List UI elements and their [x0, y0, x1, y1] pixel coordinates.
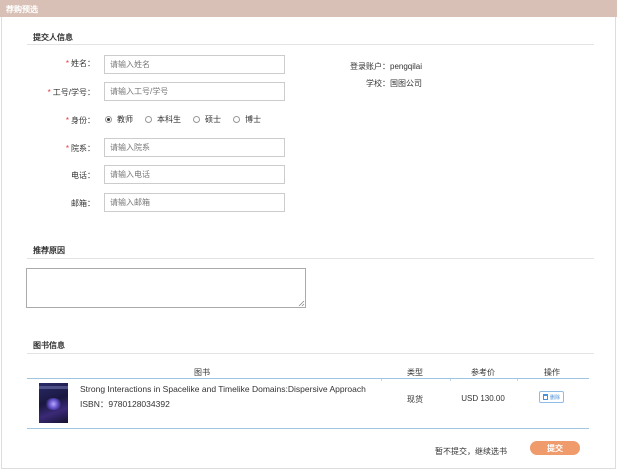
radio-phd[interactable]: 博士: [233, 114, 261, 125]
section-divider: [27, 44, 594, 45]
submitter-section-title: 提交人信息: [33, 33, 73, 42]
radio-checked-icon: [105, 115, 112, 123]
email-label: 邮箱：: [71, 199, 95, 208]
school-info: 学校：国图公司: [366, 79, 422, 88]
book-cover-image: [39, 383, 68, 423]
reason-textarea[interactable]: [26, 268, 306, 308]
delete-button[interactable]: 删除: [539, 391, 564, 403]
radio-teacher[interactable]: 教师: [105, 114, 133, 125]
books-section-title: 图书信息: [33, 341, 65, 350]
radio-unchecked-icon: [193, 115, 200, 123]
required-mark: *: [65, 59, 69, 68]
book-isbn: ISBN：9780128034392: [80, 399, 170, 409]
continue-selecting-link[interactable]: 暂不提交，继续选书: [435, 446, 507, 457]
page-header: 荐购预选: [0, 0, 617, 17]
table-row-line: [27, 428, 589, 429]
email-input[interactable]: [104, 193, 285, 212]
book-type: 现货: [407, 395, 423, 404]
column-header-action: 操作: [544, 368, 560, 377]
phone-label: 电话：: [71, 171, 95, 180]
id-label: * 工号/学号：: [47, 88, 95, 97]
radio-undergrad[interactable]: 本科生: [145, 114, 181, 125]
identity-label: * 身份：: [65, 116, 95, 125]
name-input[interactable]: [104, 55, 285, 74]
name-label: * 姓名：: [65, 59, 95, 68]
column-header-book: 图书: [194, 368, 210, 377]
dept-label: * 院系：: [65, 144, 95, 153]
page-title: 荐购预选: [6, 5, 38, 14]
required-mark: *: [65, 116, 69, 125]
section-divider: [27, 258, 594, 259]
column-header-price: 参考价: [471, 368, 495, 377]
id-input[interactable]: [104, 82, 285, 101]
required-mark: *: [65, 144, 69, 153]
reason-section-title: 推荐原因: [33, 246, 65, 255]
radio-unchecked-icon: [145, 115, 152, 123]
account-info: 登录账户：pengqilai: [350, 62, 423, 71]
trash-icon: [542, 394, 548, 400]
dept-input[interactable]: [104, 138, 285, 157]
radio-unchecked-icon: [233, 115, 240, 123]
required-mark: *: [47, 88, 51, 97]
submit-button[interactable]: 提交: [530, 441, 580, 455]
resize-grip-icon[interactable]: [297, 299, 305, 307]
book-title: Strong Interactions in Spacelike and Tim…: [80, 384, 366, 394]
identity-radio-group: 教师 本科生 硕士 博士: [105, 113, 273, 125]
delete-label: 删除: [549, 394, 560, 401]
radio-master[interactable]: 硕士: [193, 114, 221, 125]
table-header-line: [27, 378, 589, 379]
book-price: USD 130.00: [461, 394, 505, 403]
section-divider: [27, 353, 594, 354]
phone-input[interactable]: [104, 165, 285, 184]
column-header-type: 类型: [407, 368, 423, 377]
